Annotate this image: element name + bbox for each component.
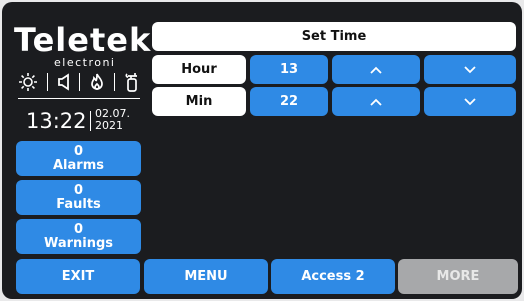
divider-line: [18, 98, 140, 99]
hour-down-button[interactable]: [424, 55, 516, 84]
brand-subtitle: electroni: [54, 56, 116, 69]
clock-time: 13:22: [26, 109, 87, 133]
alarms-label: Alarms: [53, 157, 104, 173]
set-time-title: Set Time: [152, 22, 516, 51]
min-value[interactable]: 22: [250, 87, 328, 116]
chevron-up-icon: [369, 65, 383, 75]
chevron-down-icon: [463, 65, 477, 75]
faults-label: Faults: [56, 196, 101, 212]
speaker-icon: [57, 72, 71, 92]
access-level-button[interactable]: Access 2: [271, 259, 395, 294]
hour-label: Hour: [152, 55, 246, 84]
min-label: Min: [152, 87, 246, 116]
clock-date: 02.07. 2021: [95, 108, 130, 132]
menu-button[interactable]: MENU: [144, 259, 268, 294]
warnings-label: Warnings: [43, 235, 114, 251]
faults-count: 0: [73, 182, 84, 198]
brand-logo: Teletek: [14, 21, 152, 59]
panel-screen: Teletek electroni 13:22 02.07. 2021 0 Al…: [2, 2, 522, 299]
min-up-button[interactable]: [332, 87, 420, 116]
faults-button[interactable]: 0 Faults: [16, 180, 141, 215]
alarms-count: 0: [73, 143, 84, 159]
min-down-button[interactable]: [424, 87, 516, 116]
chevron-down-icon: [463, 97, 477, 107]
hour-up-button[interactable]: [332, 55, 420, 84]
warnings-button[interactable]: 0 Warnings: [16, 219, 141, 254]
divider: [114, 73, 116, 91]
more-button: MORE: [398, 259, 518, 294]
sun-icon: [18, 72, 38, 92]
hour-value[interactable]: 13: [250, 55, 328, 84]
divider: [46, 73, 48, 91]
extinguisher-icon: [124, 71, 140, 93]
status-icons: [18, 71, 140, 93]
flame-icon: [89, 72, 105, 92]
warnings-count: 0: [73, 221, 84, 237]
divider: [79, 73, 81, 91]
alarms-button[interactable]: 0 Alarms: [16, 141, 141, 176]
date-year: 2021: [95, 119, 123, 132]
clock-divider: [90, 111, 91, 131]
chevron-up-icon: [369, 97, 383, 107]
exit-button[interactable]: EXIT: [16, 259, 140, 294]
